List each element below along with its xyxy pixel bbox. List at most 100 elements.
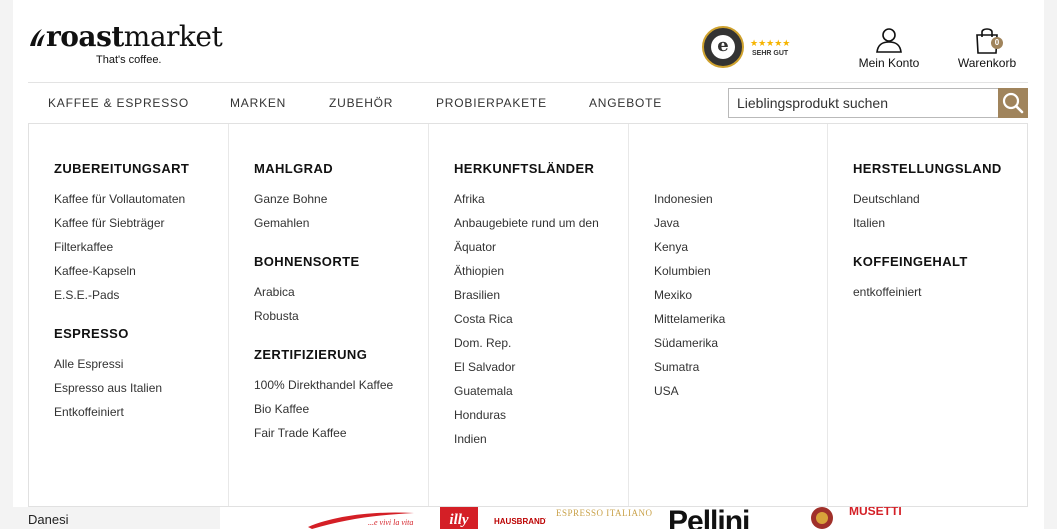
search-button[interactable] [998, 88, 1028, 118]
account-link[interactable]: Mein Konto [852, 26, 926, 70]
trusted-shops-badge[interactable]: e ★★★★★ SEHR GUT [702, 26, 797, 68]
menu-link[interactable]: Entkoffeiniert [54, 404, 189, 428]
menu-link[interactable]: Äquator [454, 239, 599, 263]
trusted-shops-seal-icon: e [702, 26, 744, 68]
menu-link[interactable]: Brasilien [454, 287, 599, 311]
menu-section-title [654, 161, 725, 179]
menu-column-4: Indonesien Java Kenya Kolumbien Mexiko M… [629, 124, 828, 506]
menu-link[interactable]: Fair Trade Kaffee [254, 425, 393, 449]
menu-section-list: Ganze Bohne Gemahlen [254, 191, 393, 239]
nav-item-marken[interactable]: MARKEN [230, 96, 286, 110]
menu-section-title: KOFFEINGEHALT [853, 254, 968, 269]
menu-link[interactable]: El Salvador [454, 359, 599, 383]
brand-label[interactable]: Danesi [28, 512, 68, 527]
menu-link[interactable]: Alle Espressi [54, 356, 189, 380]
brand-logo-illy[interactable]: illy [440, 507, 478, 529]
brand-logo-espresso-italiano[interactable]: ESPRESSO ITALIANO [556, 507, 656, 529]
menu-link[interactable]: Dom. Rep. [454, 335, 599, 359]
menu-link[interactable]: Südamerika [654, 335, 725, 359]
brand-logo-pellini[interactable]: Pellini [668, 507, 788, 529]
menu-section-list: entkoffeiniert [853, 284, 1002, 308]
account-label: Mein Konto [858, 56, 920, 70]
menu-section-title: BOHNENSORTE [254, 254, 360, 269]
search-input[interactable] [729, 89, 999, 117]
menu-section-list: Afrika Anbaugebiete rund um den Äquator … [454, 191, 599, 455]
menu-column-2: MAHLGRAD Ganze Bohne Gemahlen BOHNENSORT… [229, 124, 429, 506]
menu-section-list: Arabica Robusta [254, 284, 393, 332]
menu-link[interactable]: Sumatra [654, 359, 725, 383]
cart-label: Warenkorb [957, 56, 1017, 70]
brand-logo-danesi[interactable]: ...e vivi la vita [306, 507, 416, 529]
cart-link[interactable]: 0 Warenkorb [954, 26, 1020, 70]
menu-section-list: 100% Direkthandel Kaffee Bio Kaffee Fair… [254, 377, 393, 449]
menu-link[interactable]: Costa Rica [454, 311, 599, 335]
cart-count-badge: 0 [991, 37, 1003, 49]
svg-text:...e vivi la vita: ...e vivi la vita [368, 518, 413, 527]
menu-section-list: Alle Espressi Espresso aus Italien Entko… [54, 356, 189, 428]
logo-wordmark: roastmarket [46, 20, 223, 53]
menu-column-3: HERKUNFTSLÄNDER Afrika Anbaugebiete rund… [429, 124, 629, 506]
page-background-right [1044, 0, 1057, 529]
page-background-left [0, 0, 13, 529]
logo-tagline: That's coffee. [96, 54, 162, 66]
brand-logo-hausbrandt[interactable]: HAUSBRANDT [494, 507, 546, 529]
rating-stars: ★★★★★ [750, 38, 791, 48]
menu-link[interactable]: Deutschland [853, 191, 1002, 215]
menu-link[interactable]: Afrika [454, 191, 599, 215]
brand-strip: Danesi ...e vivi la vita illy HAUSBRANDT… [13, 507, 1044, 529]
coffee-bean-logo-icon [30, 29, 45, 46]
menu-link[interactable]: Espresso aus Italien [54, 380, 189, 404]
nav-item-zubehoer[interactable]: ZUBEHÖR [329, 96, 393, 110]
menu-link[interactable]: Arabica [254, 284, 393, 308]
menu-link[interactable]: Java [654, 215, 725, 239]
menu-section-title: ESPRESSO [54, 326, 129, 341]
menu-link[interactable]: E.S.E.-Pads [54, 287, 189, 311]
menu-link[interactable]: Indien [454, 431, 599, 455]
menu-link[interactable]: Gemahlen [254, 215, 393, 239]
menu-link[interactable]: Ganze Bohne [254, 191, 393, 215]
menu-link[interactable]: Indonesien [654, 191, 725, 215]
menu-link[interactable]: entkoffeiniert [853, 284, 1002, 308]
nav-item-probierpakete[interactable]: PROBIERPAKETE [436, 96, 547, 110]
user-icon [876, 28, 902, 53]
menu-link[interactable]: Filterkaffee [54, 239, 189, 263]
main-navigation: KAFFEE & ESPRESSO MARKEN ZUBEHÖR PROBIER… [28, 83, 1028, 132]
mega-menu: ZUBEREITUNGSART Kaffee für Vollautomaten… [28, 123, 1028, 507]
menu-link[interactable]: Mittelamerika [654, 311, 725, 335]
menu-link[interactable]: Guatemala [454, 383, 599, 407]
search-box [728, 88, 1028, 118]
menu-link[interactable]: Kenya [654, 239, 725, 263]
menu-section-title: HERSTELLUNGSLAND [853, 161, 1002, 176]
menu-link[interactable]: Italien [853, 215, 1002, 239]
menu-link[interactable]: Kaffee für Siebträger [54, 215, 189, 239]
nav-item-kaffee-espresso[interactable]: KAFFEE & ESPRESSO [48, 96, 189, 110]
menu-section-list: Deutschland Italien [853, 191, 1002, 239]
menu-link[interactable]: Anbaugebiete rund um den [454, 215, 599, 239]
menu-link[interactable]: Bio Kaffee [254, 401, 393, 425]
site-header: roastmarket That's coffee. e ★★★★★ SEHR … [28, 0, 1028, 82]
menu-section-title: ZERTIFIZIERUNG [254, 347, 368, 362]
menu-section-list: Indonesien Java Kenya Kolumbien Mexiko M… [654, 191, 725, 407]
danesi-swoosh-icon: ...e vivi la vita [308, 512, 414, 529]
menu-link[interactable]: Äthiopien [454, 263, 599, 287]
menu-link[interactable]: Kaffee-Kapseln [54, 263, 189, 287]
menu-link[interactable]: USA [654, 383, 725, 407]
nav-item-angebote[interactable]: ANGEBOTE [589, 96, 662, 110]
brand-logo-emblem[interactable] [809, 507, 835, 529]
menu-link[interactable]: Kaffee für Vollautomaten [54, 191, 189, 215]
search-icon [1002, 92, 1024, 114]
brand-logo-musetti[interactable]: MUSETTI [849, 507, 944, 529]
menu-link[interactable]: Kolumbien [654, 263, 725, 287]
menu-section-list: Kaffee für Vollautomaten Kaffee für Sieb… [54, 191, 189, 311]
menu-section-title: MAHLGRAD [254, 161, 334, 176]
menu-section-title: HERKUNFTSLÄNDER [454, 161, 595, 176]
menu-link[interactable]: 100% Direkthandel Kaffee [254, 377, 393, 401]
brand-emblem-icon [811, 507, 833, 529]
rating-label: SEHR GUT [752, 50, 789, 57]
menu-link[interactable]: Honduras [454, 407, 599, 431]
menu-link[interactable]: Mexiko [654, 287, 725, 311]
menu-section-title: ZUBEREITUNGSART [54, 161, 190, 176]
menu-column-1: ZUBEREITUNGSART Kaffee für Vollautomaten… [29, 124, 229, 506]
menu-column-5: HERSTELLUNGSLAND Deutschland Italien KOF… [828, 124, 1027, 506]
menu-link[interactable]: Robusta [254, 308, 393, 332]
